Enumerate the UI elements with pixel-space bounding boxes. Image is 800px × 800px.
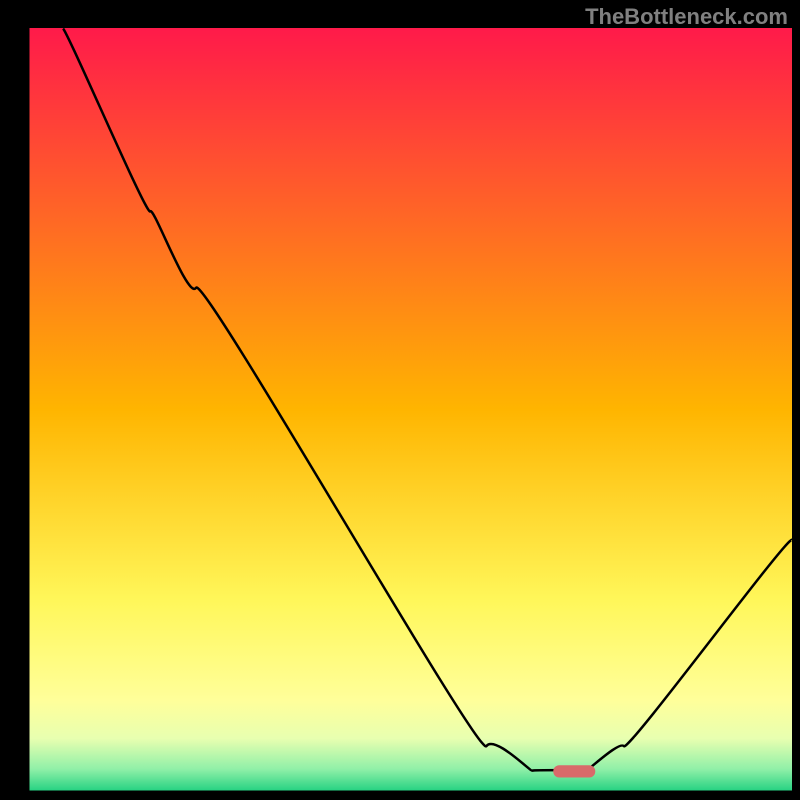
watermark-label: TheBottleneck.com (585, 4, 788, 30)
gradient-background (28, 28, 792, 792)
bottleneck-chart (0, 0, 800, 800)
optimal-marker (553, 765, 595, 777)
